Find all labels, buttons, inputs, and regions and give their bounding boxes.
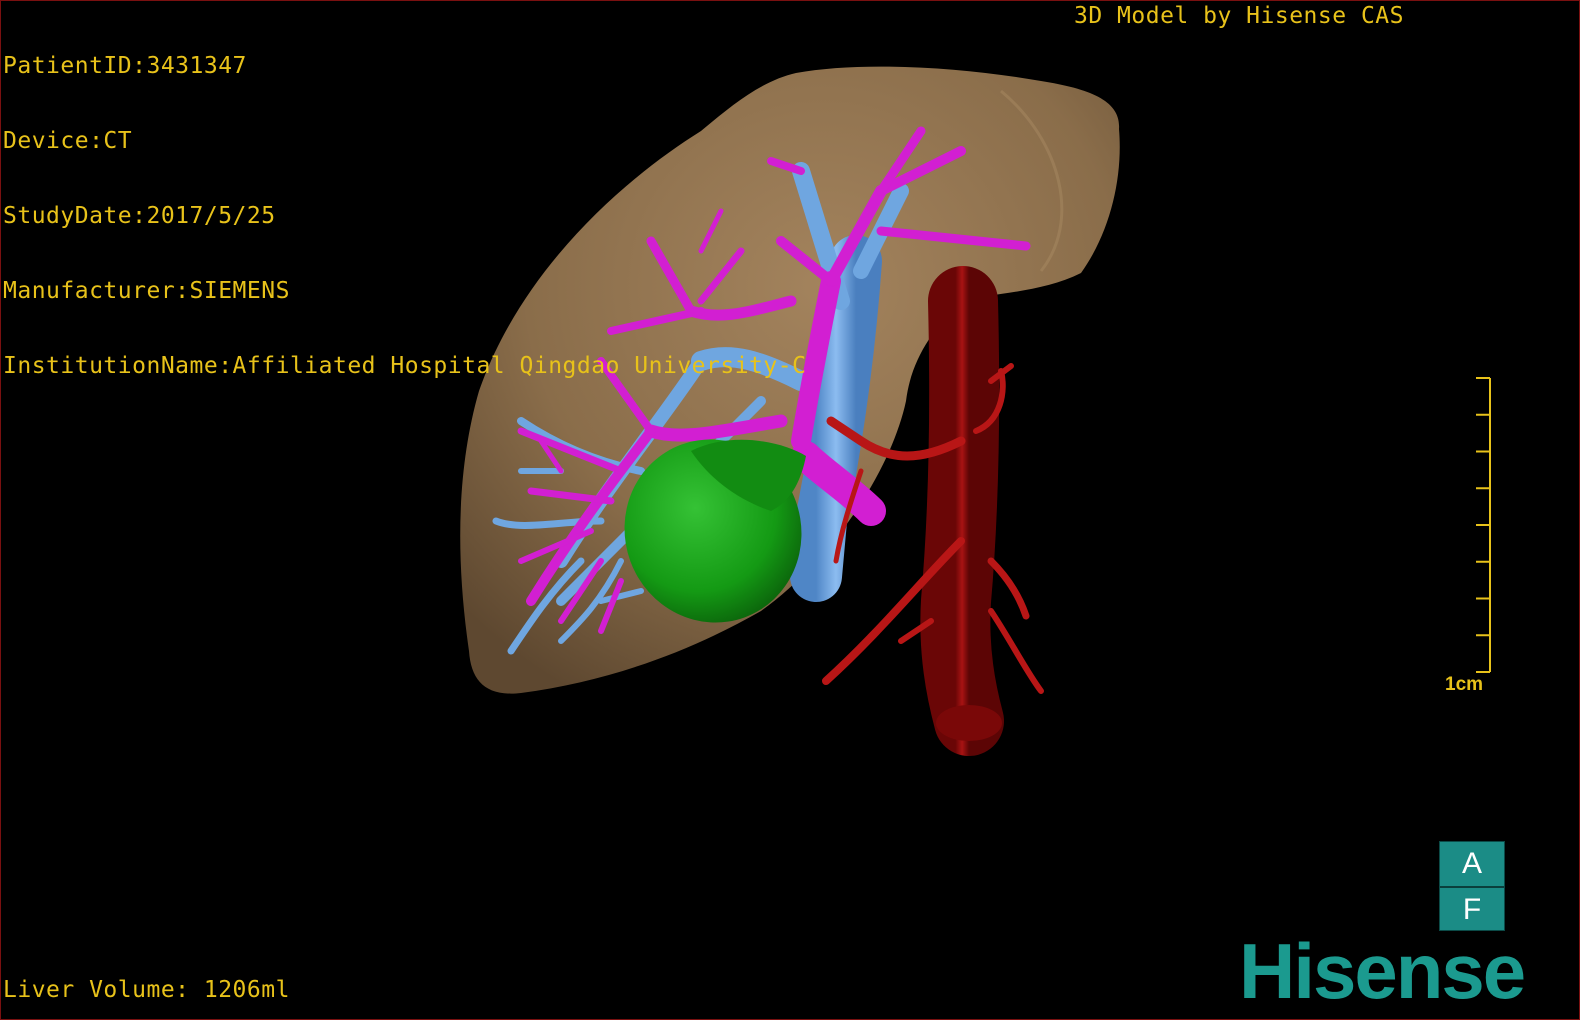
study-date: StudyDate:2017/5/25: [3, 203, 276, 229]
model-credit: 3D Model by Hisense CAS: [1074, 3, 1404, 29]
device: Device:CT: [3, 128, 133, 154]
orientation-top-label: A: [1461, 847, 1482, 880]
hisense-logo: Hisense: [1239, 927, 1526, 1015]
scale-bar: [1476, 377, 1491, 673]
liver-volume: Liver Volume: 1206ml: [3, 977, 290, 1003]
scale-label: 1cm: [1445, 674, 1484, 695]
3d-viewport[interactable]: PatientID:3431347 Device:CT StudyDate:20…: [0, 0, 1580, 1020]
orientation-cube[interactable]: A F: [1439, 841, 1505, 931]
manufacturer: Manufacturer:SIEMENS: [3, 278, 290, 304]
patient-id: PatientID:3431347: [3, 53, 247, 79]
institution-name: InstitutionName:Affiliated Hospital Qing…: [3, 353, 807, 379]
orientation-bottom-label: F: [1462, 893, 1482, 926]
study-info: PatientID:3431347 Device:CT StudyDate:20…: [3, 4, 806, 429]
